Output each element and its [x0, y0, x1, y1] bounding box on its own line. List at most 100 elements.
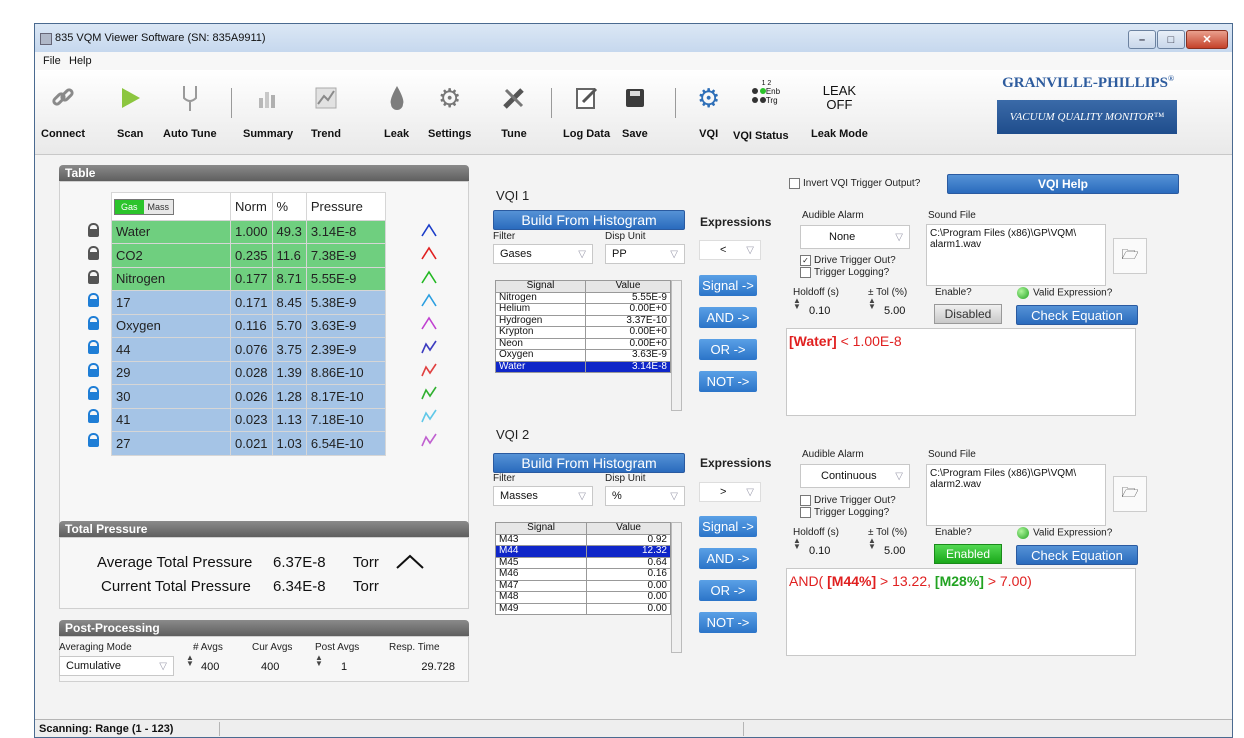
lock-closed-icon[interactable] — [87, 246, 101, 261]
signal-row[interactable]: Water 3.14E-8 — [495, 360, 672, 373]
checkbox-unchecked[interactable] — [800, 495, 811, 506]
leak-button[interactable]: Leak — [384, 78, 409, 150]
vqi2-enable-toggle[interactable]: Enabled — [934, 544, 1002, 564]
gas-mass-toggle[interactable]: Gas Mass — [111, 192, 231, 221]
vqi1-holdoff-input[interactable]: 0.10 — [805, 300, 849, 322]
auto-tune-button[interactable]: Auto Tune — [163, 78, 217, 150]
log-data-button[interactable]: Log Data — [563, 78, 610, 150]
vqi2-sound-file-field[interactable]: C:\Program Files (x86)\GP\VQM\ alarm2.wa… — [926, 464, 1106, 526]
trace-icon[interactable] — [420, 338, 440, 359]
lock-open-icon[interactable] — [87, 432, 101, 447]
num-avgs-stepper[interactable]: ▲ ▼ — [186, 654, 194, 668]
table-row[interactable]: 30 0.026 1.28 8.17E-10 — [111, 384, 386, 409]
trace-icon[interactable] — [420, 244, 440, 265]
vqi1-operator-select[interactable]: < ▽ — [699, 240, 761, 260]
table-row[interactable]: Water 1.000 49.3 3.14E-8 — [111, 219, 386, 244]
trace-icon[interactable] — [420, 384, 440, 405]
checkbox-unchecked[interactable] — [789, 178, 800, 189]
signal-row[interactable]: Neon 0.00E+0 — [495, 337, 672, 350]
vqi2-operator-select[interactable]: > ▽ — [699, 482, 761, 502]
table-row[interactable]: Oxygen 0.116 5.70 3.63E-9 — [111, 313, 386, 338]
vqi1-enable-toggle[interactable]: Disabled — [934, 304, 1002, 324]
vqi1-holdoff-stepper[interactable]: ▲ ▼ — [793, 297, 801, 311]
vqi1-check-equation-button[interactable]: Check Equation — [1016, 305, 1138, 325]
vqi1-build-histogram-button[interactable]: Build From Histogram — [493, 210, 685, 230]
vqi1-signal-button[interactable]: Signal -> — [699, 275, 757, 296]
vqi2-disp-unit-select[interactable]: % ▽ — [605, 486, 685, 506]
vqi1-and-button[interactable]: AND -> — [699, 307, 757, 328]
signal-row[interactable]: M48 0.00 — [494, 591, 671, 604]
vqi1-drive-trigger-checkbox[interactable]: ✓ Drive Trigger Out? — [800, 255, 896, 266]
vqi2-signal-button[interactable]: Signal -> — [699, 516, 757, 537]
minimize-button[interactable]: – — [1128, 30, 1156, 49]
vqi1-tol-input[interactable]: 5.00 — [880, 300, 924, 322]
table-row[interactable]: 27 0.021 1.03 6.54E-10 — [111, 431, 386, 456]
trace-icon[interactable] — [420, 291, 440, 312]
leak-mode-button[interactable]: LEAK OFF Leak Mode — [811, 78, 868, 150]
table-row[interactable]: 44 0.076 3.75 2.39E-9 — [111, 337, 386, 362]
checkbox-checked[interactable]: ✓ — [800, 255, 811, 266]
vqi2-audible-select[interactable]: Continuous ▽ — [800, 464, 910, 488]
lock-open-icon[interactable] — [87, 362, 101, 377]
checkbox-unchecked[interactable] — [800, 507, 811, 518]
table-row[interactable]: 29 0.028 1.39 8.86E-10 — [111, 360, 386, 385]
table-row[interactable]: CO2 0.235 11.6 7.38E-9 — [111, 243, 386, 268]
vqi2-drive-trigger-checkbox[interactable]: Drive Trigger Out? — [800, 495, 896, 506]
trace-icon[interactable] — [420, 268, 440, 289]
lock-open-icon[interactable] — [87, 316, 101, 331]
connect-button[interactable]: Connect — [41, 78, 85, 150]
vqi2-holdoff-input[interactable]: 0.10 — [805, 540, 849, 562]
vqi2-build-histogram-button[interactable]: Build From Histogram — [493, 453, 685, 473]
vqi-status-button[interactable]: 1 2 Enb Trg VQI Status — [733, 78, 789, 150]
lock-closed-icon[interactable] — [87, 223, 101, 237]
trace-icon[interactable] — [420, 407, 440, 428]
settings-button[interactable]: ⚙ Settings — [428, 78, 471, 150]
lock-closed-icon[interactable] — [87, 269, 101, 284]
vqi2-signal-scrollbar[interactable] — [671, 522, 682, 653]
vqi1-or-button[interactable]: OR -> — [699, 339, 757, 360]
checkbox-unchecked[interactable] — [800, 267, 811, 278]
signal-row[interactable]: Oxygen 3.63E-9 — [495, 349, 672, 362]
save-button[interactable]: Save — [622, 78, 648, 150]
vqi2-filter-select[interactable]: Masses ▽ — [493, 486, 593, 506]
summary-button[interactable]: Summary — [243, 78, 293, 150]
toggle-gas[interactable]: Gas — [115, 199, 144, 214]
vqi2-expression-editor[interactable]: AND( [M44%] > 13.22, [M28%] > 7.00) — [786, 568, 1136, 656]
vqi1-browse-button[interactable]: 🗁 — [1113, 238, 1147, 274]
trend-button[interactable]: Trend — [311, 78, 341, 150]
signal-row[interactable]: M44 12.32 — [494, 545, 671, 558]
signal-row[interactable]: Nitrogen 5.55E-9 — [495, 291, 672, 304]
vqi1-filter-select[interactable]: Gases ▽ — [493, 244, 593, 264]
vqi2-trigger-logging-checkbox[interactable]: Trigger Logging? — [800, 507, 889, 518]
vqi2-and-button[interactable]: AND -> — [699, 548, 757, 569]
menu-help[interactable]: Help — [69, 55, 92, 67]
vqi1-invert-checkbox[interactable]: Invert VQI Trigger Output? — [789, 178, 920, 189]
table-row[interactable]: Nitrogen 0.177 8.71 5.55E-9 — [111, 266, 386, 291]
vqi-help-button[interactable]: VQI Help — [947, 174, 1179, 194]
vqi2-tol-stepper[interactable]: ▲ ▼ — [868, 537, 876, 551]
vqi-button[interactable]: ⚙ VQI — [697, 78, 720, 150]
trace-icon[interactable] — [420, 431, 440, 452]
lock-open-icon[interactable] — [87, 339, 101, 354]
vqi1-sound-file-field[interactable]: C:\Program Files (x86)\GP\VQM\ alarm1.wa… — [926, 224, 1106, 286]
trace-icon[interactable] — [420, 361, 440, 382]
lock-open-icon[interactable] — [87, 409, 101, 424]
vqi2-tol-input[interactable]: 5.00 — [880, 540, 924, 562]
vqi2-not-button[interactable]: NOT -> — [699, 612, 757, 633]
vqi1-not-button[interactable]: NOT -> — [699, 371, 757, 392]
menu-file[interactable]: File — [43, 55, 61, 67]
post-avgs-stepper[interactable]: ▲ ▼ — [315, 654, 323, 668]
lock-open-icon[interactable] — [87, 386, 101, 401]
vqi1-tol-stepper[interactable]: ▲ ▼ — [868, 297, 876, 311]
vqi2-browse-button[interactable]: 🗁 — [1113, 476, 1147, 512]
signal-row[interactable]: M46 0.16 — [494, 568, 671, 581]
scan-button[interactable]: Scan — [117, 78, 143, 150]
post-avgs-input[interactable]: 1 — [337, 656, 367, 678]
vqi1-disp-unit-select[interactable]: PP ▽ — [605, 244, 685, 264]
trace-icon[interactable] — [420, 221, 440, 242]
toggle-mass[interactable]: Mass — [143, 199, 174, 214]
tune-button[interactable]: Tune — [500, 78, 528, 150]
table-row[interactable]: 41 0.023 1.13 7.18E-10 — [111, 407, 386, 432]
close-button[interactable]: ✕ — [1186, 30, 1228, 49]
signal-row[interactable]: Helium 0.00E+0 — [495, 303, 672, 316]
